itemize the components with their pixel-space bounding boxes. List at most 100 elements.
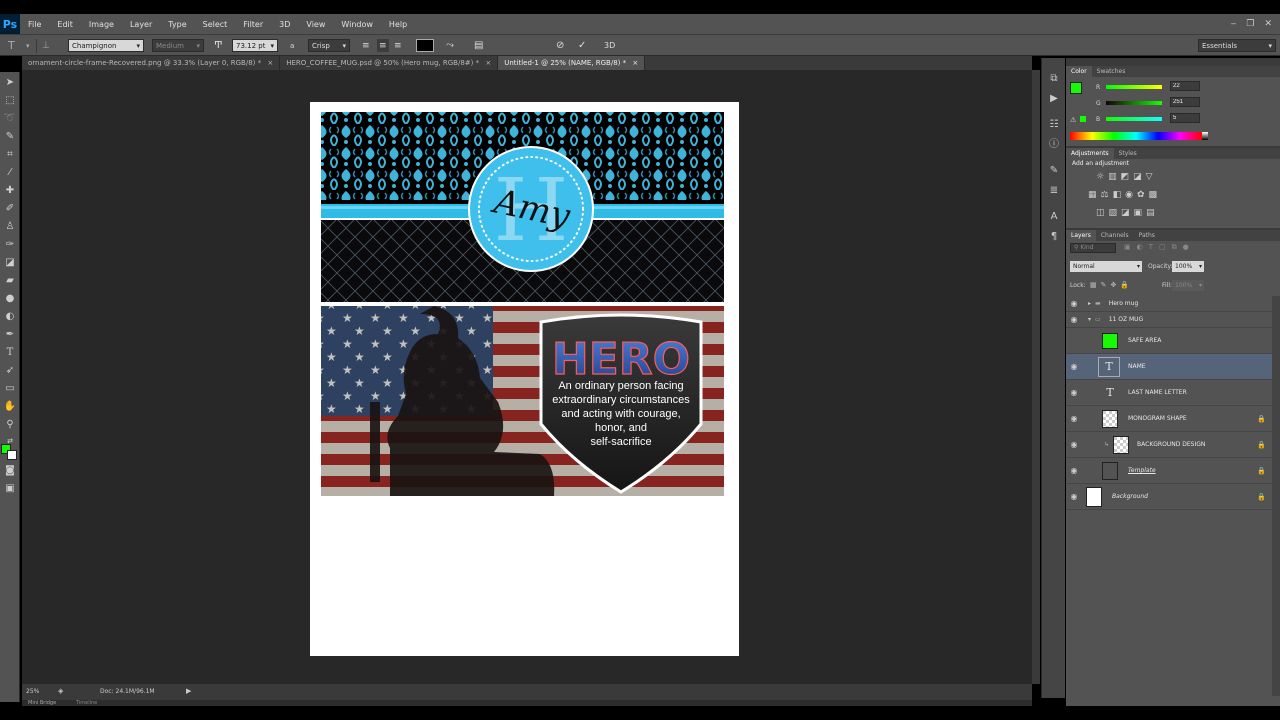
- zoom-tool-icon[interactable]: ⚲: [3, 418, 17, 432]
- text-color-swatch[interactable]: [416, 39, 434, 52]
- restore-icon[interactable]: ❐: [1246, 19, 1254, 29]
- layer-row[interactable]: ◉ Background 🔒: [1066, 484, 1272, 510]
- canvas-vertical-scrollbar[interactable]: [1032, 70, 1040, 684]
- document-page[interactable]: ★ ★ H Amy: [310, 102, 739, 656]
- quick-mask-icon[interactable]: ◙: [3, 464, 17, 478]
- marquee-tool-icon[interactable]: ⬚: [3, 94, 17, 108]
- visibility-eye-icon[interactable]: ◉: [1066, 492, 1082, 501]
- hue-saturation-icon[interactable]: ▦: [1088, 190, 1101, 200]
- type-tool-icon[interactable]: T: [8, 39, 15, 52]
- menu-image[interactable]: Image: [81, 20, 122, 29]
- visibility-eye-icon[interactable]: ◉: [1066, 388, 1082, 397]
- curves-icon[interactable]: ◩: [1121, 172, 1134, 182]
- visibility-eye-icon[interactable]: ◉: [1066, 414, 1082, 423]
- menu-type[interactable]: Type: [160, 20, 194, 29]
- layer-row[interactable]: SAFE AREA: [1066, 328, 1272, 354]
- align-center-icon[interactable]: ≡: [377, 39, 389, 52]
- selective-color-icon[interactable]: ▣: [1134, 208, 1147, 218]
- foreground-color-swatch[interactable]: [1070, 82, 1082, 94]
- black-white-icon[interactable]: ◧: [1113, 190, 1126, 200]
- visibility-eye-icon[interactable]: ◉: [1066, 299, 1082, 308]
- layer-row[interactable]: ◉ ▾ ▭ 11 OZ MUG: [1066, 312, 1272, 328]
- brush-presets-icon[interactable]: ≣: [1047, 184, 1061, 198]
- levels-icon[interactable]: ▥: [1108, 172, 1121, 182]
- close-icon[interactable]: ✕: [1264, 19, 1272, 29]
- color-balance-icon[interactable]: ⚖: [1101, 190, 1113, 200]
- green-value-input[interactable]: [1170, 97, 1200, 107]
- shape-filter-icon[interactable]: ▢: [1159, 243, 1172, 251]
- dodge-tool-icon[interactable]: ◐: [3, 310, 17, 324]
- crop-tool-icon[interactable]: ⌗: [3, 148, 17, 162]
- layer-row[interactable]: ◉ T NAME: [1066, 354, 1272, 380]
- close-tab-icon[interactable]: ×: [632, 59, 638, 67]
- tab-color[interactable]: Color: [1066, 66, 1092, 77]
- opacity-input[interactable]: 100% ▾: [1172, 261, 1204, 272]
- clone-stamp-tool-icon[interactable]: ♙: [3, 220, 17, 234]
- visibility-eye-icon[interactable]: ◉: [1066, 440, 1082, 449]
- paragraph-panel-icon[interactable]: ¶: [1047, 230, 1061, 244]
- eyedropper-tool-icon[interactable]: ⁄: [3, 166, 17, 180]
- screen-mode-icon[interactable]: ▣: [3, 482, 17, 496]
- tab-ornament-circle-frame[interactable]: ornament-circle-frame-Recovered.png @ 33…: [22, 56, 281, 70]
- lasso-tool-icon[interactable]: ➰: [3, 112, 17, 126]
- create-3d-button[interactable]: 3D: [604, 39, 615, 52]
- menu-edit[interactable]: Edit: [49, 20, 81, 29]
- collapse-arrow-icon[interactable]: ▾: [1088, 316, 1091, 323]
- lock-transparency-icon[interactable]: ▦: [1090, 281, 1101, 289]
- black-white-ramp[interactable]: [1202, 132, 1208, 140]
- move-tool-icon[interactable]: ➤: [3, 76, 17, 90]
- rectangle-tool-icon[interactable]: ▭: [3, 382, 17, 396]
- threshold-icon[interactable]: ◪: [1121, 208, 1134, 218]
- menu-window[interactable]: Window: [333, 20, 381, 29]
- history-brush-tool-icon[interactable]: ✑: [3, 238, 17, 252]
- websafe-swatch[interactable]: [1080, 116, 1086, 122]
- actions-panel-icon[interactable]: ▶: [1047, 92, 1061, 106]
- close-tab-icon[interactable]: ×: [267, 59, 273, 67]
- workspace-select[interactable]: Essentials ▾: [1198, 39, 1276, 52]
- antialias-select[interactable]: Crisp ▾: [308, 39, 350, 52]
- brush-tool-icon[interactable]: ✐: [3, 202, 17, 216]
- minimize-icon[interactable]: ‒: [1231, 19, 1237, 29]
- vibrance-icon[interactable]: ▽: [1146, 172, 1157, 182]
- channel-mixer-icon[interactable]: ✿: [1137, 190, 1149, 200]
- gradient-tool-icon[interactable]: ▰: [3, 274, 17, 288]
- lock-all-icon[interactable]: 🔒: [1120, 281, 1133, 289]
- blue-slider[interactable]: [1106, 117, 1162, 121]
- font-style-select[interactable]: Medium ▾: [152, 39, 204, 52]
- visibility-eye-icon[interactable]: ◉: [1066, 315, 1082, 324]
- red-slider[interactable]: [1106, 85, 1162, 89]
- menu-3d[interactable]: 3D: [271, 20, 298, 29]
- visibility-eye-icon[interactable]: ◉: [1066, 362, 1082, 371]
- info-panel-icon[interactable]: ⓘ: [1047, 138, 1061, 152]
- eraser-tool-icon[interactable]: ◪: [3, 256, 17, 270]
- tab-paths[interactable]: Paths: [1134, 230, 1160, 241]
- tab-channels[interactable]: Channels: [1096, 230, 1134, 241]
- lock-pixels-icon[interactable]: ✎: [1101, 281, 1111, 289]
- info-menu-icon[interactable]: ◈: [58, 687, 63, 695]
- menu-view[interactable]: View: [298, 20, 333, 29]
- invert-icon[interactable]: ◫: [1096, 208, 1109, 218]
- font-size-input[interactable]: 73.12 pt ▾: [232, 39, 278, 52]
- menu-filter[interactable]: Filter: [235, 20, 271, 29]
- status-menu-arrow-icon[interactable]: ▶: [186, 687, 191, 695]
- brightness-contrast-icon[interactable]: ☼: [1096, 172, 1108, 182]
- commit-edit-icon[interactable]: ✓: [578, 39, 586, 52]
- history-panel-icon[interactable]: ⧉: [1047, 72, 1061, 86]
- adjustment-filter-icon[interactable]: ◐: [1137, 243, 1149, 251]
- type-tool-icon[interactable]: T: [3, 346, 17, 360]
- layer-row[interactable]: ◉ T LAST NAME LETTER: [1066, 380, 1272, 406]
- zoom-level[interactable]: 25%: [26, 688, 39, 695]
- fill-input[interactable]: 100% ▾: [1172, 280, 1204, 291]
- align-left-icon[interactable]: ≡: [362, 39, 370, 52]
- layer-row[interactable]: ◉ Template 🔒: [1066, 458, 1272, 484]
- tab-layers[interactable]: Layers: [1066, 230, 1096, 241]
- type-filter-icon[interactable]: T: [1149, 243, 1159, 251]
- posterize-icon[interactable]: ▨: [1109, 208, 1122, 218]
- tab-adjustments[interactable]: Adjustments: [1066, 148, 1114, 159]
- tool-preset-chevron-icon[interactable]: ▾: [26, 39, 30, 52]
- menu-layer[interactable]: Layer: [122, 20, 160, 29]
- align-right-icon[interactable]: ≡: [394, 39, 402, 52]
- menu-file[interactable]: File: [20, 20, 49, 29]
- warp-text-icon[interactable]: ⤳: [446, 39, 454, 52]
- healing-brush-tool-icon[interactable]: ✚: [3, 184, 17, 198]
